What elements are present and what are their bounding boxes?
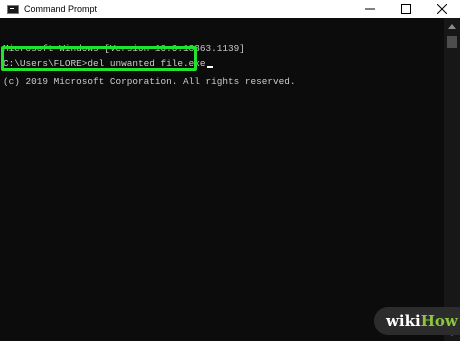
minimize-button[interactable] (352, 0, 388, 18)
scroll-up-button[interactable] (444, 18, 460, 34)
vertical-scrollbar[interactable] (444, 18, 460, 341)
command-prompt-window: Command Prompt Microsoft Windows [Versio… (0, 0, 460, 341)
cmd-app-icon (7, 4, 19, 14)
watermark-wiki: wiki (386, 312, 421, 330)
close-button[interactable] (424, 0, 460, 18)
window-title: Command Prompt (24, 4, 98, 14)
watermark-how: How (420, 312, 458, 330)
maximize-button[interactable] (388, 0, 424, 18)
scroll-thumb[interactable] (447, 36, 457, 48)
maximize-icon (401, 4, 411, 14)
scroll-up-icon (448, 23, 456, 29)
console-line-copyright: (c) 2019 Microsoft Corporation. All righ… (3, 76, 296, 87)
close-icon (437, 4, 447, 14)
text-cursor (206, 66, 213, 68)
title-bar[interactable]: Command Prompt (0, 0, 460, 18)
window-controls (352, 0, 460, 18)
minimize-icon (365, 8, 375, 10)
command-highlight-box (1, 46, 197, 71)
wikihow-watermark: wiki How (374, 307, 460, 335)
